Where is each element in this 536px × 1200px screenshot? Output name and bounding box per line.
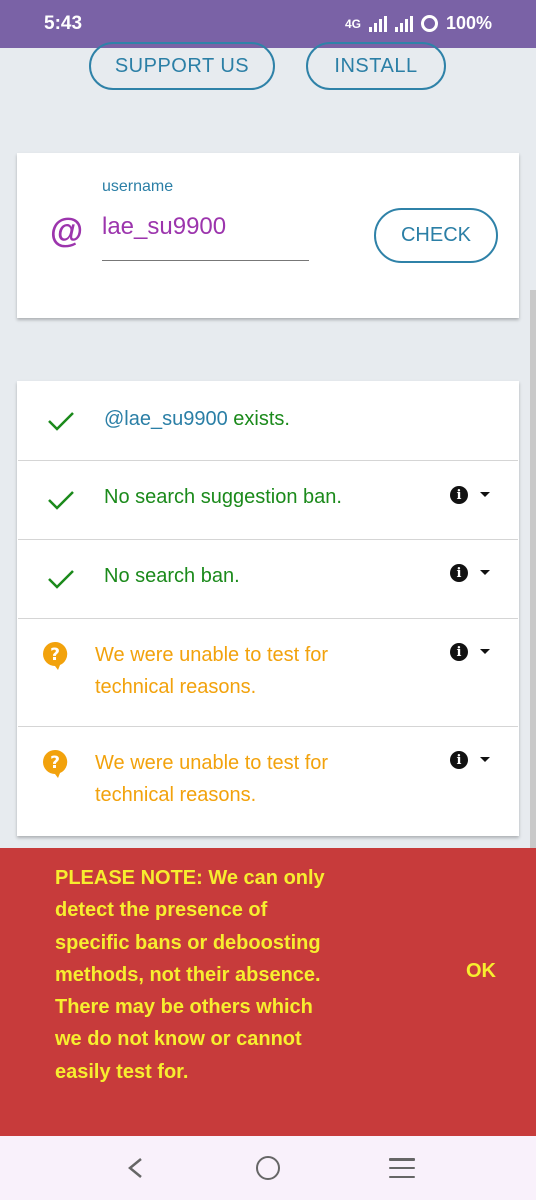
recents-icon[interactable] [389, 1158, 415, 1178]
network-type: 4G [344, 16, 361, 31]
username-input[interactable]: lae_su9900 [102, 213, 226, 241]
status-icons: 4G 100% [345, 13, 492, 34]
status-time: 5:43 [44, 13, 83, 34]
support-us-button[interactable]: SUPPORT US [89, 42, 275, 90]
check-button[interactable]: CHECK [374, 208, 498, 263]
result-row-exists: @lae_su9900 exists. [18, 381, 518, 461]
result-text: We were unable to test for technical reas… [95, 752, 329, 806]
user-reference: @lae_su9900 [104, 408, 228, 430]
question-bubble-icon: ? [43, 641, 68, 670]
result-row-suggestion-ban[interactable]: No search suggestion ban. i [18, 461, 518, 540]
battery-icon [420, 15, 438, 32]
back-icon[interactable] [127, 1157, 143, 1179]
check-icon [48, 491, 74, 510]
caret-down-icon[interactable] [480, 570, 490, 575]
result-row-unknown-1[interactable]: ? We were unable to test for technical re… [18, 619, 518, 727]
caret-down-icon[interactable] [480, 757, 490, 762]
username-label: username [102, 178, 174, 195]
result-row-unknown-2[interactable]: ? We were unable to test for technical re… [18, 727, 518, 836]
notice-ok-button[interactable]: OK [466, 960, 496, 983]
status-bar: 5:43 4G 100% [0, 0, 536, 48]
result-text: No search suggestion ban. [104, 486, 342, 508]
svg-text:?: ? [50, 645, 60, 665]
username-input-underline [102, 260, 309, 261]
battery-level: 100% [445, 13, 492, 33]
result-row-search-ban[interactable]: No search ban. i [18, 540, 518, 619]
check-icon [48, 412, 74, 431]
check-icon [48, 570, 74, 589]
svg-text:?: ? [50, 753, 60, 773]
question-bubble-icon: ? [43, 749, 68, 778]
notice-text: PLEASE NOTE: We can only detect the pres… [55, 867, 325, 1083]
info-icon[interactable]: i [450, 486, 468, 504]
info-icon[interactable]: i [450, 751, 468, 769]
result-text: @lae_su9900 exists. [104, 408, 290, 430]
info-icon[interactable]: i [450, 564, 468, 582]
result-text: We were unable to test for technical reas… [95, 644, 329, 698]
caret-down-icon[interactable] [480, 649, 490, 654]
result-text: No search ban. [104, 565, 240, 587]
signal-icon [368, 15, 387, 32]
home-icon[interactable] [256, 1156, 280, 1180]
signal-icon-2 [394, 15, 413, 32]
install-button[interactable]: INSTALL [306, 42, 446, 90]
at-icon: @ [50, 212, 84, 250]
caret-down-icon[interactable] [480, 492, 490, 497]
info-icon[interactable]: i [450, 643, 468, 661]
scrollbar[interactable] [530, 290, 536, 938]
